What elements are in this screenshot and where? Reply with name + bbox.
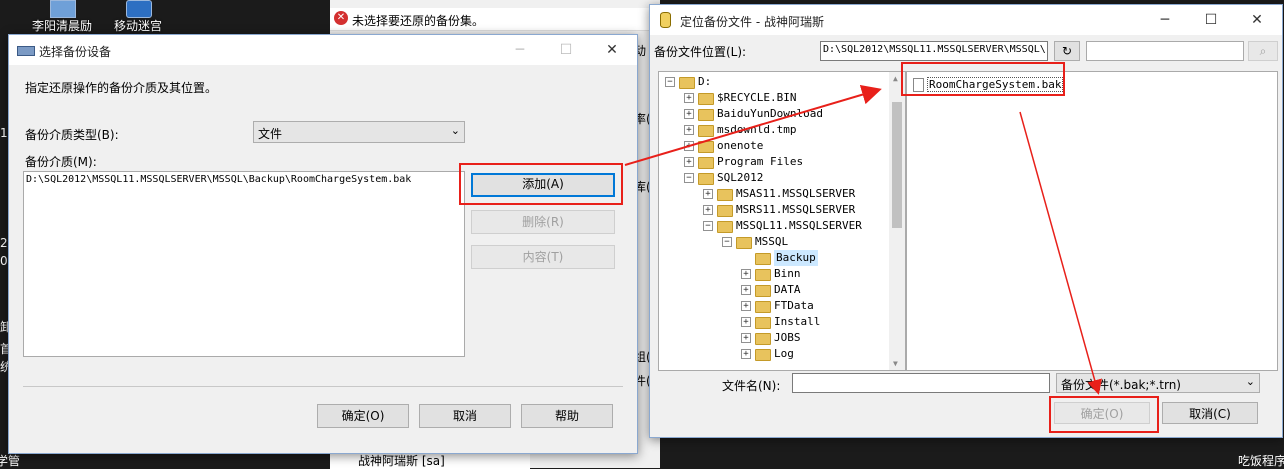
annotation-arrows <box>624 84 1103 395</box>
arrow-add-to-file <box>624 84 882 166</box>
arrow-file-to-ok <box>1019 111 1103 395</box>
